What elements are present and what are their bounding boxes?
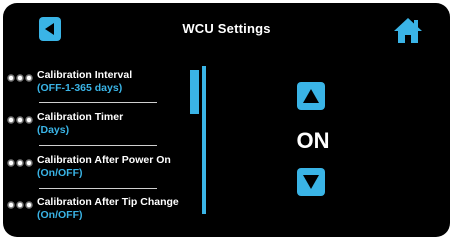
selector-dots-icon [7,201,33,209]
scrollbar-track[interactable] [202,66,206,214]
home-icon [394,18,422,43]
menu-item-label: Calibration After Power On [37,154,171,166]
triangle-up-icon [303,89,319,103]
menu-item-label: Calibration After Tip Change [37,196,179,208]
menu-item-label: Calibration Interval [37,69,133,81]
selector-dots-icon [7,74,33,82]
triangle-down-icon [303,175,319,189]
selector-dots-icon [7,116,33,124]
menu-item-range: (Days) [37,124,70,136]
setting-value: ON [296,128,330,153]
page-title: WCU Settings [182,21,271,36]
selector-dots-icon [7,159,33,167]
menu-item-calibration-interval[interactable]: Calibration Interval (OFF-1-365 days) [3,69,163,109]
menu-item-calibration-after-tip-change[interactable]: Calibration After Tip Change (On/OFF) [3,196,179,236]
menu-item-range: (OFF-1-365 days) [37,82,123,94]
menu-item-range: (On/OFF) [37,167,83,179]
increase-button[interactable] [297,82,325,110]
menu-item-range: (On/OFF) [37,209,83,221]
home-button[interactable] [393,16,423,44]
settings-screen: WCU Settings Calibration Interval (OFF-1… [3,3,450,237]
menu-divider [39,145,157,146]
scrollbar-thumb[interactable] [190,70,199,114]
menu-divider [39,188,157,189]
decrease-button[interactable] [297,168,325,196]
menu-divider [39,102,157,103]
menu-item-label: Calibration Timer [37,111,124,123]
